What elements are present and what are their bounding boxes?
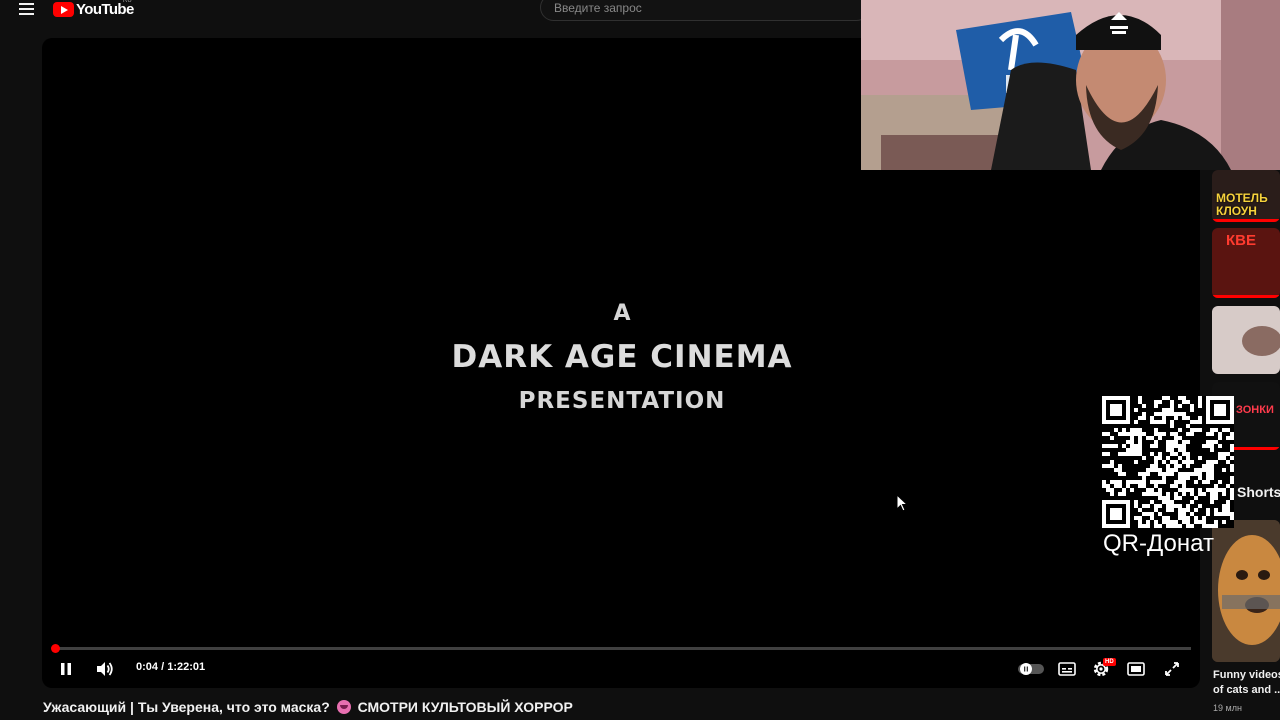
time-total: 1:22:01 [167, 661, 206, 673]
volume-button[interactable] [93, 658, 117, 680]
player-controls: 0:04 / 1:22:01 HD [42, 656, 1200, 682]
video-title-text: Ужасающий | Ты Уверена, что это маска? [43, 699, 330, 715]
pause-button[interactable] [56, 658, 76, 680]
youtube-logo[interactable]: YouTube RU [53, 0, 134, 18]
pause-icon [61, 663, 71, 675]
qr-code-image [1102, 396, 1234, 528]
theater-mode-button[interactable] [1125, 658, 1147, 680]
settings-button[interactable]: HD [1090, 658, 1116, 680]
short-title-line-1: Funny videos [1213, 669, 1280, 681]
short-video-title[interactable]: Funny videos of cats and ... [1213, 668, 1280, 698]
thumb-text: МОТЕЛЬ КЛОУН [1216, 191, 1268, 218]
progress-scrubber[interactable] [51, 644, 60, 653]
watched-indicator [1212, 295, 1280, 298]
recommended-video-thumb[interactable]: КВЕ [1212, 228, 1280, 298]
thumb-text: КВЕ [1226, 232, 1256, 249]
theater-mode-icon [1127, 662, 1145, 676]
thumb-text: ЗОНКИ [1236, 404, 1274, 416]
time-display: 0:04 / 1:22:01 [136, 661, 206, 673]
qr-donate-label: QR-Донат [1103, 530, 1214, 557]
watched-indicator [1212, 219, 1280, 222]
volume-icon [97, 662, 113, 676]
dog-thumbnail-image [1212, 520, 1280, 662]
webcam-image [861, 0, 1280, 170]
progress-bar[interactable] [51, 644, 1191, 653]
video-title: Ужасающий | Ты Уверена, что это маска? С… [43, 699, 573, 715]
subtitles-icon [1058, 662, 1076, 676]
recommended-video-thumb[interactable] [1212, 306, 1280, 374]
recommended-video-thumb[interactable]: МОТЕЛЬ КЛОУН [1212, 170, 1280, 222]
shorts-section-label: Shorts [1237, 484, 1280, 500]
title-card-line-2: DARK AGE CINEMA [451, 339, 793, 375]
fullscreen-button[interactable] [1161, 658, 1183, 680]
short-title-line-2: of cats and ... [1213, 684, 1280, 696]
shorts-thumb[interactable] [1212, 520, 1280, 662]
title-card-line-1: A [613, 301, 631, 326]
youtube-play-icon [53, 1, 74, 17]
emoji-icon [336, 700, 351, 714]
hd-badge: HD [1103, 658, 1116, 666]
fullscreen-icon [1165, 662, 1179, 676]
menu-icon[interactable] [19, 3, 34, 15]
webcam-overlay [861, 0, 1280, 170]
autoplay-toggle-icon [1018, 663, 1044, 675]
video-title-suffix: СМОТРИ КУЛЬТОВЫЙ ХОРРОР [357, 699, 573, 715]
autoplay-toggle[interactable] [1018, 658, 1044, 680]
mouse-cursor-icon [896, 494, 908, 512]
search-input[interactable] [554, 1, 854, 15]
logo-region: RU [123, 0, 132, 4]
short-view-count: 19 млн [1213, 703, 1242, 713]
title-card-line-3: PRESENTATION [518, 388, 726, 414]
search-box[interactable] [540, 0, 870, 21]
subtitles-button[interactable] [1056, 658, 1078, 680]
time-current: 0:04 [136, 661, 159, 673]
